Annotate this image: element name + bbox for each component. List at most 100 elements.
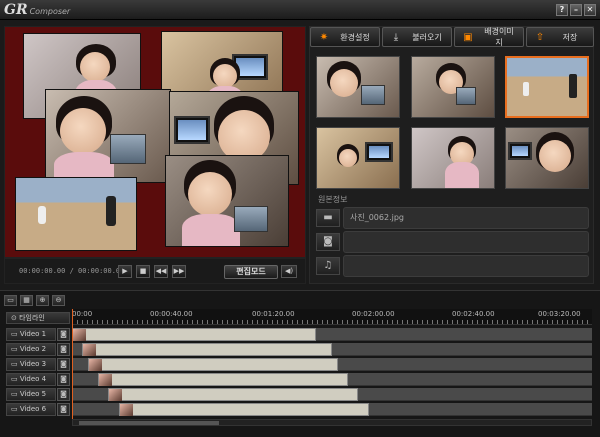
collage-photo-6[interactable] (165, 155, 289, 247)
film-icon: ▭ (11, 375, 20, 383)
timeline-tool-1[interactable]: ▭ (4, 295, 17, 306)
stop-button[interactable]: ■ (136, 265, 150, 278)
track-name[interactable]: ▭ Video 3 (6, 358, 56, 371)
folder-icon: ▬ (316, 209, 340, 227)
film-icon: ▭ (11, 330, 20, 338)
track-camera-icon[interactable]: ◙ (57, 388, 70, 401)
track-camera-icon[interactable]: ◙ (57, 343, 70, 356)
clip[interactable] (98, 373, 348, 386)
clip-thumbnail (73, 329, 86, 341)
clip-thumbnail (89, 359, 102, 371)
save-button[interactable]: ⇧ 저장 (526, 27, 594, 47)
gear-icon: ✷ (319, 31, 329, 43)
camera-icon: ◙ (316, 233, 340, 251)
thumbnail-6[interactable] (505, 127, 589, 189)
track-name[interactable]: ▭ Video 5 (6, 388, 56, 401)
child-figure (38, 206, 46, 224)
ruler-tick: 00:02:00.00 (352, 310, 395, 318)
track-label: Video 3 (19, 360, 47, 368)
track-label: Video 4 (19, 375, 47, 383)
info-row-audio: ♫ (316, 255, 589, 277)
clip[interactable] (119, 403, 369, 416)
zoom-in-button[interactable]: ⊕ (36, 295, 49, 306)
volume-button[interactable]: ◀) (281, 265, 297, 278)
right-panel: ✷ 환경설정 ⤓ 불러오기 ▣ 배경이미지 ⇧ 저장 원본정보 ▬ 사진_006… (309, 26, 594, 284)
track-name[interactable]: ▭ Video 4 (6, 373, 56, 386)
clip-thumbnail (120, 404, 133, 416)
original-info-label: 원본정보 (318, 195, 348, 204)
playhead[interactable] (72, 309, 73, 426)
settings-button[interactable]: ✷ 환경설정 (310, 27, 380, 47)
preview-canvas[interactable] (4, 26, 306, 258)
info-row-file: ▬ 사진_0062.jpg (316, 207, 589, 229)
clip[interactable] (72, 328, 316, 341)
fast-forward-button[interactable]: ▶▶ (172, 265, 186, 278)
audio-icon: ♫ (316, 257, 340, 275)
track-label: Video 6 (19, 405, 47, 413)
track-row: ▭ Video 3 ◙ (6, 358, 592, 372)
track-name[interactable]: ▭ Video 6 (6, 403, 56, 416)
filename-field: 사진_0062.jpg (343, 207, 589, 229)
timeline-scrollbar[interactable] (72, 419, 592, 426)
track-camera-icon[interactable]: ◙ (57, 328, 70, 341)
track-name[interactable]: ▭ Video 2 (6, 343, 56, 356)
help-button[interactable]: ? (556, 4, 568, 16)
track-name[interactable]: ▭ Video 1 (6, 328, 56, 341)
track-label: Video 2 (19, 345, 47, 353)
track-area[interactable] (72, 358, 592, 371)
ruler-tick: 00:02:40.00 (452, 310, 495, 318)
thumbnail-2[interactable] (411, 56, 495, 118)
clip-thumbnail (99, 374, 112, 386)
clip-thumbnail (83, 344, 96, 356)
film-icon: ▭ (11, 390, 20, 398)
track-area[interactable] (72, 388, 592, 401)
clip[interactable] (82, 343, 332, 356)
close-button[interactable]: ✕ (584, 4, 596, 16)
ruler-tick: 00:03:20.00 (538, 310, 581, 318)
title-bar: GR Composer ? – ✕ (0, 0, 600, 20)
minimize-button[interactable]: – (570, 4, 582, 16)
scrollbar-thumb[interactable] (79, 421, 219, 425)
image-icon: ▣ (463, 31, 473, 43)
play-button[interactable]: ▶ (118, 265, 132, 278)
track-area[interactable] (72, 403, 592, 416)
zoom-out-button[interactable]: ⊖ (52, 295, 65, 306)
ruler-tick: 00:01:20.00 (252, 310, 295, 318)
ruler-tick: 00:00 (72, 310, 93, 318)
background-image-button[interactable]: ▣ 배경이미지 (454, 27, 524, 47)
rewind-button[interactable]: ◀◀ (154, 265, 168, 278)
track-area[interactable] (72, 343, 592, 356)
track-camera-icon[interactable]: ◙ (57, 358, 70, 371)
thumbnail-3[interactable] (505, 56, 589, 118)
track-label: Video 1 (19, 330, 47, 338)
timeline-panel: ▭ ▦ ⊕ ⊖ ⊙ 타임라인 00:00 00:00:40.00 00:01:2… (0, 290, 600, 437)
track-area[interactable] (72, 373, 592, 386)
clip[interactable] (108, 388, 358, 401)
edit-mode-button[interactable]: 편집모드 (224, 265, 278, 279)
track-area[interactable] (72, 328, 592, 341)
audio-field (343, 255, 589, 277)
thumbnail-5[interactable] (411, 127, 495, 189)
track-row: ▭ Video 4 ◙ (6, 373, 592, 387)
logo-subtitle: Composer (29, 7, 71, 16)
camera-field (343, 231, 589, 253)
film-icon: ▭ (11, 405, 20, 413)
thumbnail-1[interactable] (316, 56, 400, 118)
timecode-display: 00:00:00.00 / 00:00:00.00 (19, 267, 125, 275)
time-ruler[interactable]: 00:00 00:00:40.00 00:01:20.00 00:02:00.0… (72, 309, 592, 325)
track-row: ▭ Video 5 ◙ (6, 388, 592, 402)
logo-text: GR (4, 2, 28, 18)
timeline-tool-2[interactable]: ▦ (20, 295, 33, 306)
import-button[interactable]: ⤓ 불러오기 (382, 27, 452, 47)
track-camera-icon[interactable]: ◙ (57, 403, 70, 416)
track-camera-icon[interactable]: ◙ (57, 373, 70, 386)
clip[interactable] (88, 358, 338, 371)
info-row-camera: ◙ (316, 231, 589, 253)
collage-photo-3[interactable] (45, 89, 171, 183)
clip-thumbnail (109, 389, 122, 401)
export-icon: ⇧ (535, 31, 545, 43)
track-label: Video 5 (19, 390, 47, 398)
collage-photo-5[interactable] (15, 177, 137, 251)
film-icon: ▭ (11, 345, 20, 353)
thumbnail-4[interactable] (316, 127, 400, 189)
